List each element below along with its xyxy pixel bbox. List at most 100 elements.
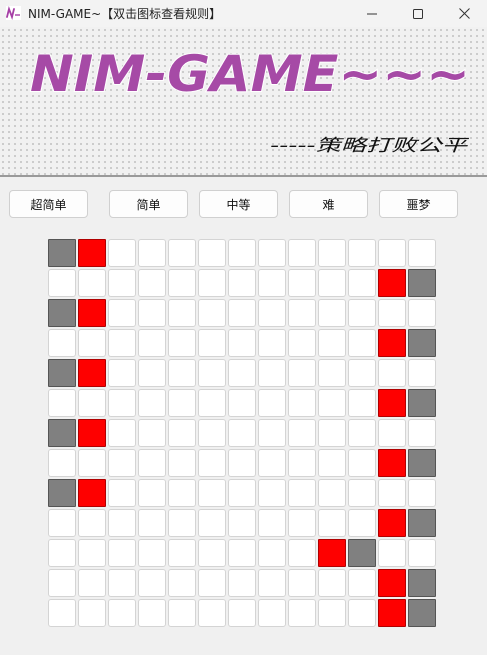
board-cell[interactable] xyxy=(78,569,106,597)
board-cell[interactable] xyxy=(258,479,286,507)
board-cell[interactable] xyxy=(228,269,256,297)
board-cell[interactable] xyxy=(108,239,136,267)
board-cell[interactable] xyxy=(198,599,226,627)
board-cell[interactable] xyxy=(348,449,376,477)
board-cell[interactable] xyxy=(168,569,196,597)
board-cell[interactable] xyxy=(78,329,106,357)
board-cell[interactable] xyxy=(228,359,256,387)
board-cell[interactable] xyxy=(348,359,376,387)
board-cell-stone[interactable] xyxy=(48,479,76,507)
board-cell[interactable] xyxy=(108,479,136,507)
board-cell[interactable] xyxy=(108,359,136,387)
board-cell[interactable] xyxy=(288,479,316,507)
board-cell[interactable] xyxy=(258,269,286,297)
difficulty-nightmare-button[interactable]: 噩梦 xyxy=(379,190,458,218)
board-cell[interactable] xyxy=(258,389,286,417)
board-cell[interactable] xyxy=(318,479,346,507)
board-cell[interactable] xyxy=(108,299,136,327)
board-cell[interactable] xyxy=(318,359,346,387)
board-cell[interactable] xyxy=(48,269,76,297)
board-cell[interactable] xyxy=(168,359,196,387)
board-cell-stone[interactable] xyxy=(408,389,436,417)
board-cell[interactable] xyxy=(318,449,346,477)
nim-game-logo-icon[interactable] xyxy=(6,6,21,20)
board-cell[interactable] xyxy=(258,599,286,627)
board-cell[interactable] xyxy=(318,509,346,537)
board-cell[interactable] xyxy=(108,329,136,357)
board-cell[interactable] xyxy=(288,449,316,477)
board-cell[interactable] xyxy=(138,359,166,387)
maximize-button[interactable] xyxy=(395,0,441,27)
board-cell[interactable] xyxy=(258,419,286,447)
board-cell[interactable] xyxy=(408,539,436,567)
board-cell[interactable] xyxy=(198,509,226,537)
board-cell[interactable] xyxy=(168,389,196,417)
board-cell[interactable] xyxy=(168,419,196,447)
board-cell[interactable] xyxy=(378,359,406,387)
board-cell[interactable] xyxy=(78,599,106,627)
board-cell[interactable] xyxy=(78,449,106,477)
board-cell[interactable] xyxy=(228,599,256,627)
board-cell[interactable] xyxy=(348,509,376,537)
board-cell[interactable] xyxy=(318,389,346,417)
board-cell[interactable] xyxy=(108,509,136,537)
close-button[interactable] xyxy=(441,0,487,27)
board-cell[interactable] xyxy=(108,269,136,297)
board-cell[interactable] xyxy=(288,599,316,627)
board-cell[interactable] xyxy=(258,449,286,477)
board-cell[interactable] xyxy=(228,389,256,417)
board-cell[interactable] xyxy=(198,389,226,417)
board-cell[interactable] xyxy=(348,299,376,327)
board-cell[interactable] xyxy=(318,599,346,627)
board-cell[interactable] xyxy=(198,239,226,267)
board-cell-stone[interactable] xyxy=(48,239,76,267)
board-cell[interactable] xyxy=(408,239,436,267)
board-cell[interactable] xyxy=(228,299,256,327)
board-cell[interactable] xyxy=(138,329,166,357)
board-cell[interactable] xyxy=(48,329,76,357)
board-cell[interactable] xyxy=(348,599,376,627)
board-cell[interactable] xyxy=(198,359,226,387)
board-cell[interactable] xyxy=(198,539,226,567)
board-cell[interactable] xyxy=(138,599,166,627)
board-cell-piece[interactable] xyxy=(378,389,406,417)
board-cell[interactable] xyxy=(228,239,256,267)
board-cell[interactable] xyxy=(228,539,256,567)
board-cell[interactable] xyxy=(228,479,256,507)
board-cell[interactable] xyxy=(168,479,196,507)
board-cell[interactable] xyxy=(318,239,346,267)
board-cell[interactable] xyxy=(198,569,226,597)
board-cell-stone[interactable] xyxy=(48,419,76,447)
board-cell-stone[interactable] xyxy=(408,599,436,627)
board-cell-piece[interactable] xyxy=(318,539,346,567)
board-cell[interactable] xyxy=(408,419,436,447)
board-cell[interactable] xyxy=(228,329,256,357)
board-cell-stone[interactable] xyxy=(408,449,436,477)
board-cell[interactable] xyxy=(198,269,226,297)
board-cell[interactable] xyxy=(168,599,196,627)
board-cell[interactable] xyxy=(378,239,406,267)
board-cell-piece[interactable] xyxy=(378,569,406,597)
board-cell[interactable] xyxy=(78,269,106,297)
board-cell[interactable] xyxy=(138,239,166,267)
board-cell[interactable] xyxy=(378,539,406,567)
difficulty-very-easy-button[interactable]: 超简单 xyxy=(9,190,88,218)
board-cell[interactable] xyxy=(168,509,196,537)
board-cell[interactable] xyxy=(408,299,436,327)
board-cell-stone[interactable] xyxy=(408,269,436,297)
board-cell-stone[interactable] xyxy=(408,569,436,597)
board-cell[interactable] xyxy=(228,449,256,477)
difficulty-medium-button[interactable]: 中等 xyxy=(199,190,278,218)
board-cell-piece[interactable] xyxy=(378,449,406,477)
board-cell[interactable] xyxy=(318,329,346,357)
board-cell[interactable] xyxy=(168,299,196,327)
board-cell[interactable] xyxy=(138,299,166,327)
board-cell[interactable] xyxy=(168,449,196,477)
board-cell[interactable] xyxy=(78,539,106,567)
board-cell[interactable] xyxy=(288,269,316,297)
board-cell[interactable] xyxy=(228,509,256,537)
board-cell-piece[interactable] xyxy=(378,599,406,627)
board-cell[interactable] xyxy=(348,569,376,597)
board-cell-stone[interactable] xyxy=(48,299,76,327)
board-cell[interactable] xyxy=(198,329,226,357)
